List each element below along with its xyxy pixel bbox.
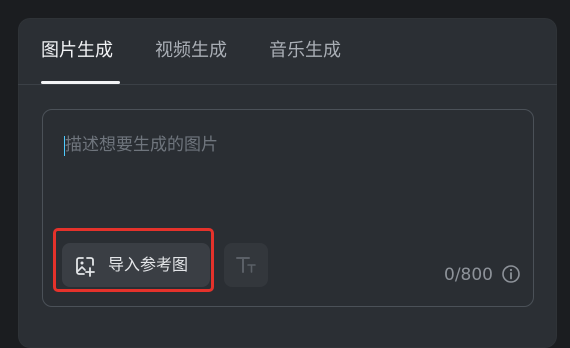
text-caret [64,136,65,156]
prompt-input[interactable]: 描述想要生成的图片 导入参考图 0/800 [42,109,534,307]
image-add-icon [76,257,95,277]
info-icon[interactable] [501,264,521,284]
prompt-placeholder: 描述想要生成的图片 [65,135,218,155]
character-counter: 0/800 [444,265,493,285]
active-tab-indicator [41,81,120,84]
import-reference-image-label: 导入参考图 [108,255,189,274]
text-style-button[interactable] [224,243,268,287]
generation-panel: 图片生成 视频生成 音乐生成 描述想要生成的图片 导入参考图 0/800 [18,18,557,348]
tab-image-generation[interactable]: 图片生成 [41,40,113,62]
tab-video-generation[interactable]: 视频生成 [155,40,227,62]
text-style-icon [236,257,256,273]
tab-bar: 图片生成 视频生成 音乐生成 [18,18,557,85]
tab-music-generation[interactable]: 音乐生成 [269,40,341,62]
import-reference-image-button[interactable]: 导入参考图 [62,243,210,287]
